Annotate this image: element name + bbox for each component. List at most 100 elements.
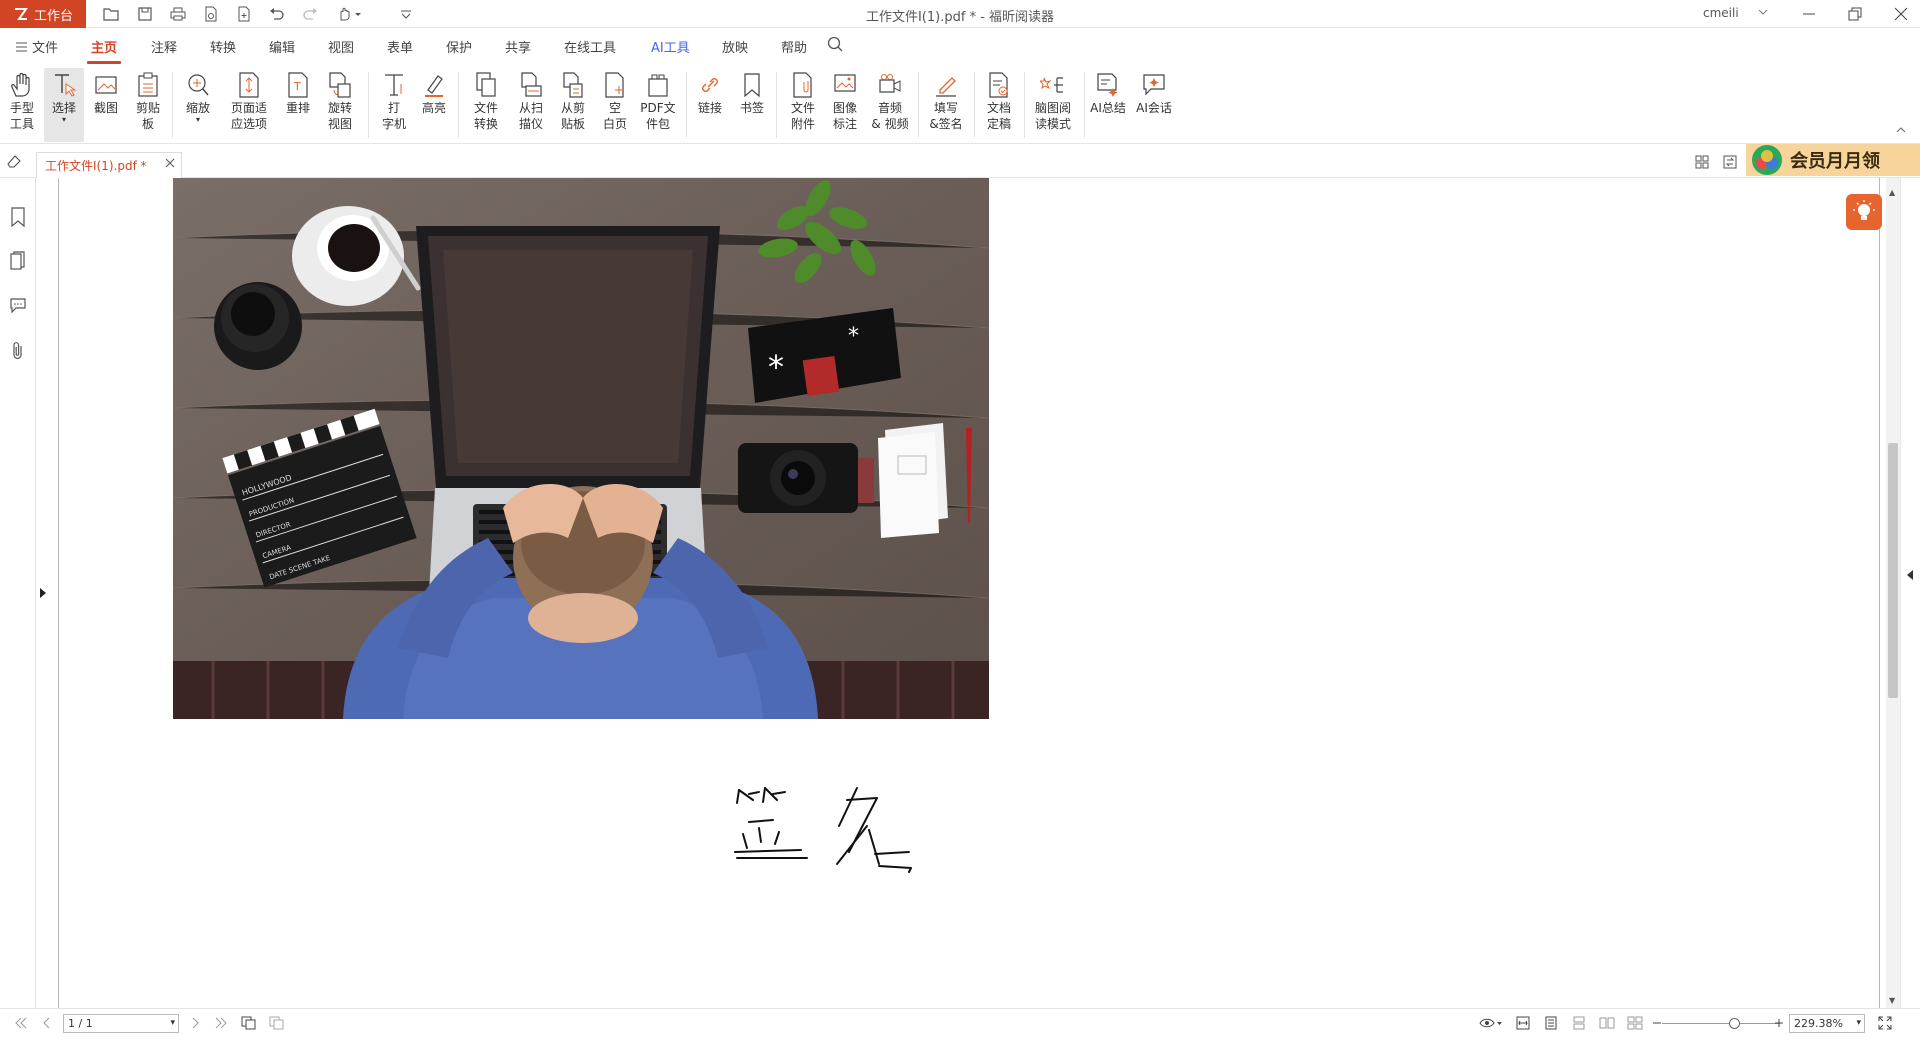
fit-width-icon[interactable] bbox=[1514, 1015, 1532, 1031]
hand-tool-quick-icon[interactable] bbox=[334, 4, 364, 24]
finalize-document-icon bbox=[985, 70, 1013, 100]
tab-view[interactable]: 视图 bbox=[328, 37, 354, 56]
file-convert-button[interactable]: 文件 转换 bbox=[466, 68, 506, 142]
file-attachment-button[interactable]: 文件 附件 bbox=[786, 68, 820, 142]
undo-icon[interactable] bbox=[266, 4, 288, 24]
select-button[interactable]: 选择 ▾ bbox=[44, 68, 84, 142]
pages-panel-icon[interactable] bbox=[8, 250, 28, 272]
ribbon-separator bbox=[1084, 72, 1085, 138]
new-document-icon[interactable] bbox=[200, 4, 222, 24]
expand-right-panel-arrow-icon[interactable] bbox=[1907, 570, 1913, 580]
document-photo: * * HOLLYWOOD PRODUCTION DIRECTOR CAMERA… bbox=[173, 178, 989, 719]
from-scanner-button[interactable]: 从扫 描仪 bbox=[514, 68, 548, 142]
clipboard-button[interactable]: 剪贴 板 bbox=[130, 68, 166, 142]
tab-home[interactable]: 主页 bbox=[86, 37, 122, 64]
file-menu[interactable]: 文件 bbox=[16, 37, 58, 56]
user-name[interactable]: cmeili bbox=[1703, 6, 1739, 20]
create-pdf-icon[interactable] bbox=[233, 4, 255, 24]
restore-button[interactable] bbox=[1832, 0, 1878, 28]
vertical-scrollbar[interactable]: ▲ ▼ bbox=[1886, 178, 1900, 1008]
tab-edit[interactable]: 编辑 bbox=[269, 37, 295, 56]
from-clipboard-button[interactable]: 从剪 贴板 bbox=[556, 68, 590, 142]
tab-slideshow[interactable]: 放映 bbox=[722, 37, 748, 56]
attachment-panel-icon[interactable] bbox=[8, 340, 28, 362]
zoom-button[interactable]: 缩放 ▾ bbox=[180, 68, 216, 142]
switch-document-icon[interactable] bbox=[1721, 154, 1739, 170]
zoom-level-select[interactable]: 229.38% ▾ bbox=[1789, 1014, 1865, 1033]
duplicate-view-icon[interactable] bbox=[268, 1015, 286, 1031]
copy-pages-icon[interactable] bbox=[240, 1015, 258, 1031]
zoom-slider-knob[interactable] bbox=[1729, 1018, 1740, 1029]
tab-online-tools[interactable]: 在线工具 bbox=[564, 37, 616, 56]
tab-document[interactable]: 工作文件I(1).pdf * bbox=[36, 152, 182, 178]
fill-sign-button[interactable]: 填写 &签名 bbox=[926, 68, 966, 142]
bookmark-button[interactable]: 书签 bbox=[736, 68, 768, 142]
print-icon[interactable] bbox=[167, 4, 189, 24]
chevron-down-icon[interactable] bbox=[1757, 5, 1769, 22]
link-button[interactable]: 链接 bbox=[694, 68, 726, 142]
blank-page-button[interactable]: 空 白页 bbox=[598, 68, 632, 142]
bookmark-panel-icon[interactable] bbox=[8, 206, 28, 228]
tab-protect[interactable]: 保护 bbox=[446, 37, 472, 56]
two-page-icon[interactable] bbox=[1598, 1015, 1616, 1031]
eye-view-mode-icon[interactable] bbox=[1478, 1015, 1504, 1031]
tab-form[interactable]: 表单 bbox=[387, 37, 413, 56]
workbench-button[interactable]: 工作台 bbox=[0, 0, 86, 28]
scrollbar-thumb[interactable] bbox=[1888, 443, 1898, 698]
last-page-icon[interactable] bbox=[212, 1015, 230, 1031]
tab-share[interactable]: 共享 bbox=[505, 37, 531, 56]
tab-ai-tools[interactable]: AI工具 bbox=[651, 37, 690, 56]
collapse-ribbon-icon[interactable] bbox=[1896, 126, 1906, 137]
redo-icon[interactable] bbox=[299, 4, 321, 24]
vip-promo-banner[interactable]: 会员月月领 bbox=[1746, 144, 1920, 176]
search-icon[interactable] bbox=[827, 36, 843, 56]
customize-quick-access-icon[interactable] bbox=[395, 4, 417, 24]
first-page-icon[interactable] bbox=[12, 1015, 30, 1031]
dropdown-arrow-icon: ▾ bbox=[1856, 1018, 1861, 1028]
doc-finalize-button[interactable]: 文档 定稿 bbox=[982, 68, 1016, 142]
ai-chat-button[interactable]: AI会话 bbox=[1134, 68, 1174, 142]
audio-video-button[interactable]: 音频 & 视频 bbox=[870, 68, 910, 142]
next-page-icon[interactable] bbox=[186, 1015, 204, 1031]
save-icon[interactable] bbox=[134, 4, 156, 24]
ai-summary-button[interactable]: AI总结 bbox=[1088, 68, 1128, 142]
hand-tool-button[interactable]: 手型 工具 bbox=[4, 68, 40, 142]
highlight-button[interactable]: 高亮 bbox=[418, 68, 450, 142]
fit-page-button[interactable]: 页面适 应选项 bbox=[224, 68, 274, 142]
single-page-icon[interactable] bbox=[1542, 1015, 1560, 1031]
grid-view-icon[interactable] bbox=[1693, 154, 1711, 170]
continuous-page-icon[interactable] bbox=[1570, 1015, 1588, 1031]
screenshot-button[interactable]: 截图 bbox=[90, 68, 122, 142]
zoom-slider-track[interactable] bbox=[1662, 1023, 1780, 1024]
image-annotation-button[interactable]: 图像 标注 bbox=[828, 68, 862, 142]
tab-comment[interactable]: 注释 bbox=[151, 37, 177, 56]
highlighter-icon bbox=[420, 70, 448, 100]
rotate-view-button[interactable]: 旋转 视图 bbox=[320, 68, 360, 142]
minimize-button[interactable] bbox=[1786, 0, 1832, 28]
select-label: 选择 bbox=[51, 101, 76, 115]
typewriter-button[interactable]: 打 字机 bbox=[378, 68, 410, 142]
scroll-up-icon[interactable]: ▲ bbox=[1889, 188, 1895, 197]
zoom-in-small-icon[interactable] bbox=[1770, 1015, 1788, 1031]
fullscreen-icon[interactable] bbox=[1876, 1015, 1894, 1031]
reflow-button[interactable]: T 重排 bbox=[282, 68, 314, 142]
mindmap-mode-button[interactable]: 脑图阅 读模式 bbox=[1030, 68, 1076, 142]
two-page-continuous-icon[interactable] bbox=[1626, 1015, 1644, 1031]
page-number-input[interactable]: 1 / 1 ▾ bbox=[63, 1014, 179, 1033]
audio-video-label: 音频 & 视频 bbox=[871, 101, 909, 131]
tab-help[interactable]: 帮助 bbox=[781, 37, 807, 56]
close-icon[interactable] bbox=[165, 157, 175, 171]
document-view[interactable]: * * HOLLYWOOD PRODUCTION DIRECTOR CAMERA… bbox=[59, 178, 1879, 1008]
expand-sidebar-arrow-icon[interactable] bbox=[40, 588, 46, 598]
pdf-portfolio-button[interactable]: PDF文 件包 bbox=[638, 68, 678, 142]
previous-page-icon[interactable] bbox=[38, 1015, 56, 1031]
close-window-button[interactable] bbox=[1878, 0, 1920, 28]
tab-convert[interactable]: 转换 bbox=[210, 37, 236, 56]
comments-panel-icon[interactable] bbox=[8, 294, 28, 316]
pen-sign-icon bbox=[932, 70, 960, 100]
scroll-down-icon[interactable]: ▼ bbox=[1889, 996, 1895, 1005]
open-folder-icon[interactable] bbox=[100, 4, 122, 24]
eraser-icon[interactable] bbox=[6, 154, 22, 171]
lightbulb-tips-icon[interactable] bbox=[1846, 194, 1882, 230]
image-annotation-icon bbox=[831, 70, 859, 100]
